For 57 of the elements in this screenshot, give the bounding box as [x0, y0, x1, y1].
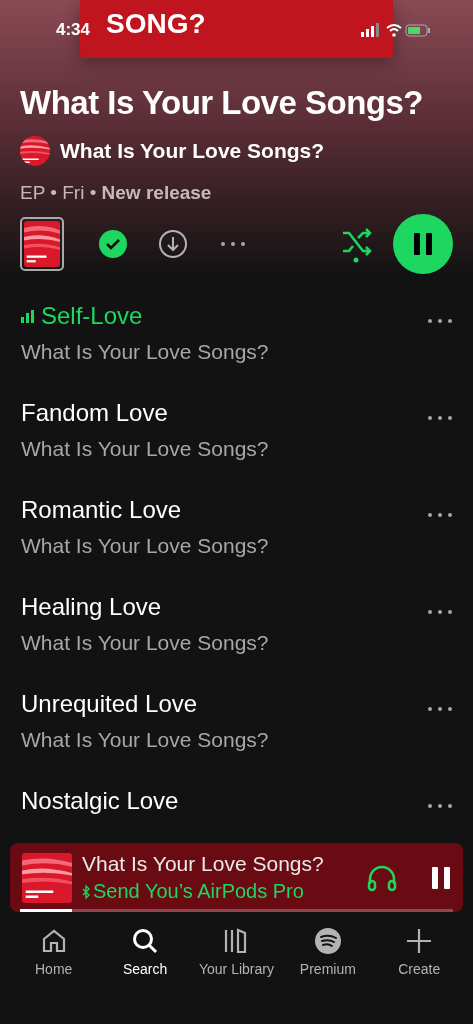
more-options-icon	[427, 415, 453, 421]
nav-tab[interactable]: Premium	[282, 926, 373, 1024]
track-title[interactable]: Self-Love	[21, 302, 143, 330]
track-more-button[interactable]	[427, 803, 453, 809]
more-options-icon	[427, 318, 453, 324]
track-title[interactable]: Fandom Love	[21, 399, 168, 427]
connect-device-button[interactable]	[367, 863, 397, 892]
track-title[interactable]: Unrequited Love	[21, 690, 198, 718]
nav-tab[interactable]: Your Library	[191, 926, 282, 1024]
track-artist: What Is Your Love Songs?	[21, 437, 269, 461]
track-artist: What Is Your Love Songs?	[21, 340, 269, 364]
status-time: 4:34	[56, 20, 91, 40]
spotify-logo-icon	[313, 927, 342, 955]
search-icon	[131, 927, 160, 955]
track-artist: What Is Your Love Songs?	[21, 534, 269, 558]
more-options-icon	[427, 609, 453, 615]
equalizer-icon	[21, 309, 35, 323]
pause-button[interactable]	[431, 865, 451, 890]
track-more-button[interactable]	[427, 609, 453, 615]
track-artist: What Is Your Love Songs?	[21, 631, 269, 655]
more-options-icon	[427, 512, 453, 518]
track-more-button[interactable]	[427, 512, 453, 518]
status-indicators-icon	[361, 22, 431, 38]
more-options-icon	[427, 803, 453, 809]
cover-text: SONG?	[106, 10, 206, 38]
saved-button[interactable]	[98, 229, 128, 259]
pause-icon	[431, 865, 451, 890]
more-options-icon	[220, 241, 246, 247]
bluetooth-icon	[82, 884, 90, 899]
plus-icon	[405, 927, 434, 955]
mini-player[interactable]: Vhat Is Your Love Songs? Send You’s AirPods Pro	[10, 843, 463, 912]
shuffle-button[interactable]	[341, 225, 373, 263]
more-button[interactable]	[220, 241, 246, 247]
device-name: Send You’s AirPods Pro	[82, 880, 367, 903]
download-icon	[158, 229, 188, 259]
artist-name[interactable]: What Is Your Love Songs?	[60, 139, 325, 163]
nav-tab[interactable]: Create	[374, 926, 465, 1024]
headphones-icon	[367, 863, 397, 892]
check-circle-icon	[98, 229, 128, 259]
track-title[interactable]: Romantic Love	[21, 496, 182, 524]
track-title[interactable]: Healing Love	[21, 593, 162, 621]
track-artist: What Is Your Love Songs?	[21, 728, 269, 752]
track-title[interactable]: Nostalgic Love	[21, 787, 179, 815]
track-more-button[interactable]	[427, 318, 453, 324]
nav-tab[interactable]: Home	[8, 926, 99, 1024]
pause-button[interactable]	[393, 214, 453, 274]
album-title: What Is Your Love Songs?	[20, 84, 424, 122]
now-playing-title: Vhat Is Your Love Songs?	[82, 852, 325, 876]
track-more-button[interactable]	[427, 706, 453, 712]
nav-tab[interactable]: Search	[100, 926, 191, 1024]
more-options-icon	[427, 706, 453, 712]
album-meta: EP • Fri • New release	[20, 182, 213, 204]
album-thumbnail[interactable]	[20, 217, 64, 271]
download-button[interactable]	[158, 229, 188, 259]
track-more-button[interactable]	[427, 415, 453, 421]
shuffle-icon	[341, 225, 373, 263]
pause-icon	[413, 232, 433, 256]
